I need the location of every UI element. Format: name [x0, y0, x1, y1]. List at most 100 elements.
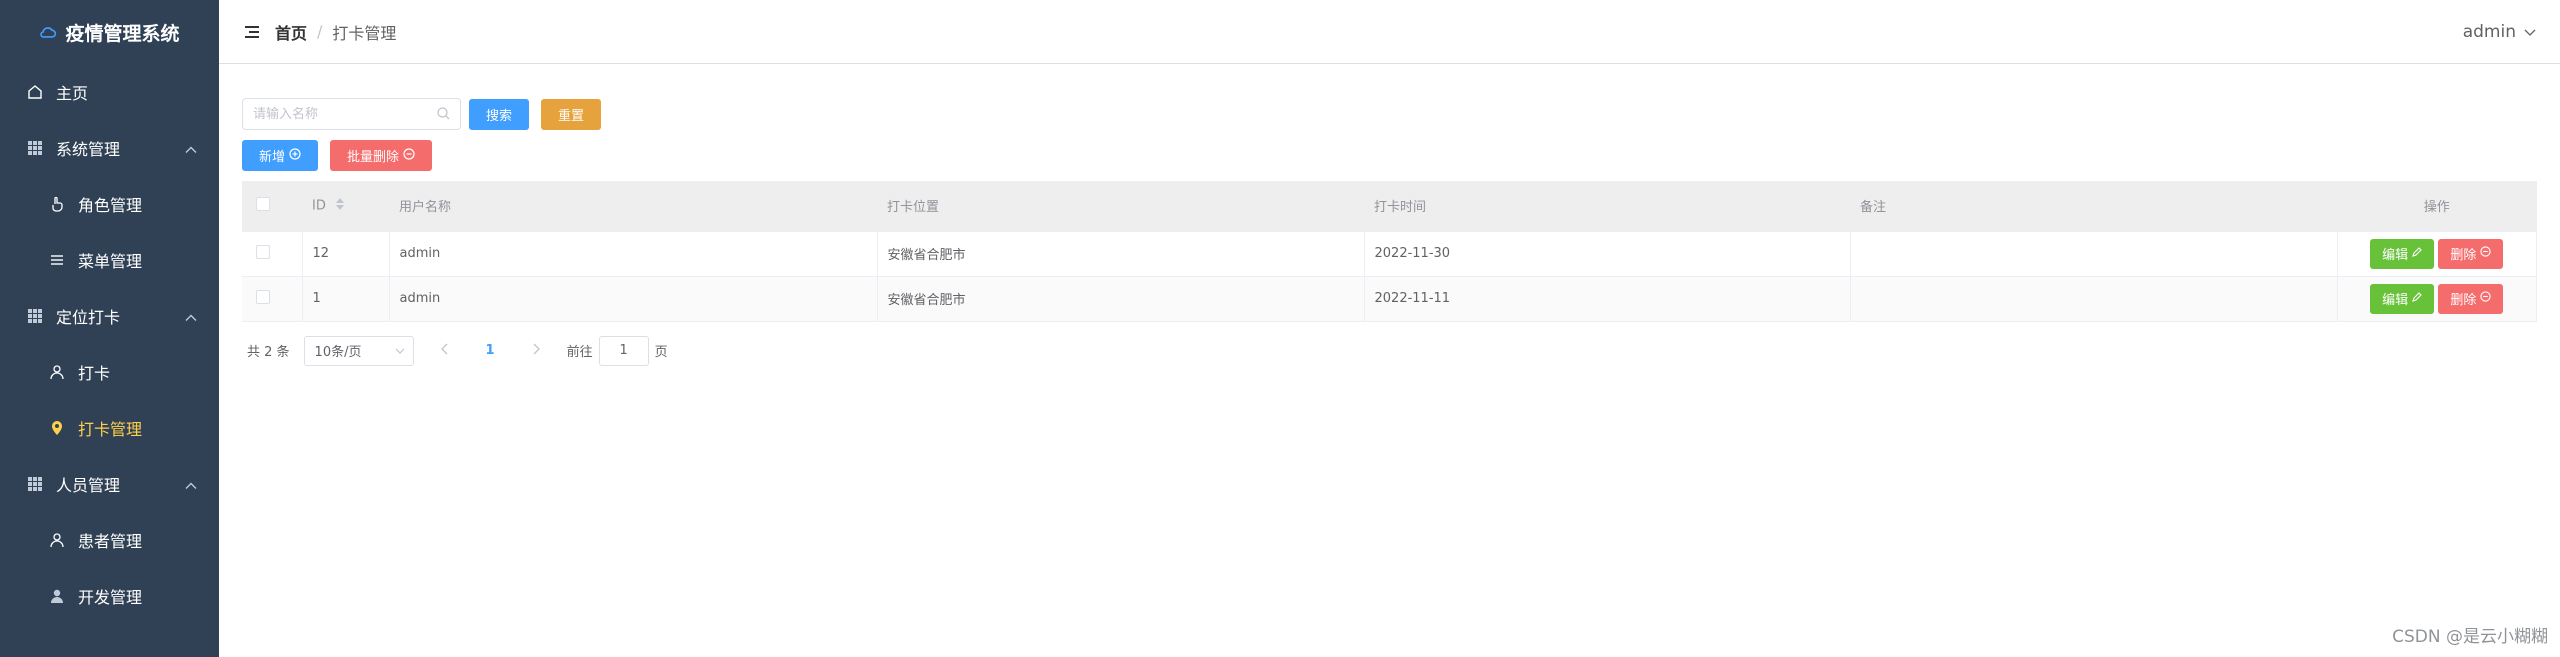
sidebar: 疫情管理系统 主页 系统管理 角色管理 菜单管理 定位打卡 打卡 打卡管理 人员… — [0, 0, 219, 657]
row-select-cell — [242, 231, 303, 277]
page-size-select[interactable]: 10条/页 — [303, 335, 414, 366]
top-header: 首页 / 打卡管理 admin — [219, 0, 2560, 64]
search-field[interactable] — [242, 98, 461, 130]
sidebar-item-personnel[interactable]: 人员管理 — [0, 456, 219, 512]
goto-page: 前往 1 页 — [566, 335, 668, 366]
col-note: 备注 — [1850, 181, 2337, 232]
batch-delete-button[interactable]: 批量删除 — [330, 140, 433, 171]
sidebar-item-menu[interactable]: 菜单管理 — [0, 232, 219, 288]
sidebar-item-home[interactable]: 主页 — [0, 64, 219, 120]
col-time: 打卡时间 — [1364, 181, 1850, 232]
cell-location: 安徽省合肥市 — [877, 231, 1365, 277]
delete-label: 删除 — [2450, 248, 2477, 263]
action-bar: 新增 批量删除 — [242, 140, 2537, 171]
location-icon — [48, 419, 66, 437]
search-icon — [437, 105, 450, 124]
checkin-table: ID 用户名称 打卡位置 打卡时间 备注 操作 12 admin 安徽省合肥市 … — [242, 181, 2537, 322]
edit-button[interactable]: 编辑 — [2370, 283, 2435, 314]
breadcrumb: 首页 / 打卡管理 — [275, 20, 396, 44]
row-checkbox[interactable] — [256, 289, 270, 304]
col-id[interactable]: ID — [302, 181, 389, 232]
cloud-icon — [39, 23, 57, 41]
watermark: CSDN @是云小糊糊 — [2392, 627, 2548, 647]
breadcrumb-separator: / — [317, 22, 323, 41]
add-button[interactable]: 新增 — [242, 140, 319, 171]
sidebar-item-label: 打卡 — [78, 364, 111, 383]
sidebar-item-label: 开发管理 — [78, 588, 143, 607]
sort-icon[interactable] — [336, 197, 344, 214]
col-location: 打卡位置 — [877, 181, 1364, 232]
col-id-label: ID — [312, 198, 326, 214]
goto-page-input[interactable]: 1 — [598, 335, 649, 366]
cell-note — [1850, 276, 2338, 322]
cell-time: 2022-11-30 — [1364, 231, 1851, 277]
app-layout: 疫情管理系统 主页 系统管理 角色管理 菜单管理 定位打卡 打卡 打卡管理 人员… — [0, 0, 2560, 657]
home-icon — [26, 83, 44, 101]
delete-button[interactable]: 删除 — [2438, 283, 2504, 314]
select-all-cell — [242, 181, 302, 232]
circle-minus-icon — [403, 147, 415, 164]
cell-user: admin — [389, 231, 878, 277]
sidebar-item-label: 系统管理 — [56, 140, 121, 159]
search-button[interactable]: 搜索 — [469, 98, 530, 130]
row-checkbox[interactable] — [256, 244, 270, 259]
col-actions: 操作 — [2337, 181, 2537, 232]
next-page-icon[interactable] — [533, 343, 541, 359]
goto-prefix: 前往 — [566, 345, 593, 360]
main-area: 首页 / 打卡管理 admin 搜索 重置 — [219, 0, 2560, 657]
menu-fold-icon[interactable] — [243, 23, 261, 41]
cell-id: 1 — [302, 276, 390, 322]
chevron-down-icon — [2524, 22, 2536, 42]
batch-delete-label: 批量删除 — [347, 150, 400, 165]
sidebar-item-label: 打卡管理 — [78, 420, 143, 439]
sidebar-item-patient[interactable]: 患者管理 — [0, 512, 219, 568]
sidebar-item-role[interactable]: 角色管理 — [0, 176, 219, 232]
chevron-up-icon — [185, 475, 197, 494]
delete-button[interactable]: 删除 — [2438, 238, 2504, 269]
cell-id: 12 — [302, 231, 390, 277]
sidebar-item-checkin[interactable]: 打卡 — [0, 344, 219, 400]
search-bar: 搜索 重置 — [242, 98, 2537, 130]
sidebar-item-label: 人员管理 — [56, 476, 121, 495]
search-input[interactable] — [253, 106, 437, 122]
sidebar-item-location-checkin[interactable]: 定位打卡 — [0, 288, 219, 344]
sidebar-item-label: 角色管理 — [78, 196, 143, 215]
list-icon — [48, 251, 66, 269]
sidebar-item-label: 主页 — [56, 84, 89, 103]
user-dropdown[interactable]: admin — [2463, 22, 2536, 42]
add-button-label: 新增 — [259, 150, 286, 165]
prev-page-icon[interactable] — [440, 343, 448, 359]
content: 搜索 重置 新增 批量删除 — [219, 64, 2560, 366]
logo[interactable]: 疫情管理系统 — [0, 0, 219, 64]
sidebar-item-checkin-management[interactable]: 打卡管理 — [0, 400, 219, 456]
edit-label: 编辑 — [2382, 293, 2409, 308]
app-title: 疫情管理系统 — [65, 22, 180, 45]
grid-icon — [26, 139, 44, 157]
sidebar-item-label: 定位打卡 — [56, 308, 121, 327]
table-header-row: ID 用户名称 打卡位置 打卡时间 备注 操作 — [242, 181, 2537, 232]
cell-location: 安徽省合肥市 — [877, 276, 1365, 322]
cell-note — [1850, 231, 2338, 277]
edit-button[interactable]: 编辑 — [2370, 238, 2435, 269]
cell-actions: 编辑 删除 — [2337, 276, 2537, 322]
hand-icon — [48, 195, 66, 213]
sidebar-item-label: 菜单管理 — [78, 252, 143, 271]
breadcrumb-current: 打卡管理 — [332, 23, 397, 43]
goto-suffix: 页 — [654, 345, 668, 360]
delete-label: 删除 — [2450, 293, 2477, 308]
page-size-value: 10条/页 — [314, 345, 362, 360]
chevron-up-icon — [185, 307, 197, 326]
sidebar-item-system[interactable]: 系统管理 — [0, 120, 219, 176]
select-all-checkbox[interactable] — [256, 196, 270, 211]
cell-time: 2022-11-11 — [1364, 276, 1851, 322]
breadcrumb-home[interactable]: 首页 — [275, 20, 307, 44]
sidebar-item-label: 患者管理 — [78, 532, 143, 551]
page-number-current[interactable]: 1 — [486, 343, 495, 358]
sidebar-item-dev[interactable]: 开发管理 — [0, 568, 219, 624]
edit-label: 编辑 — [2382, 248, 2409, 263]
row-select-cell — [242, 276, 303, 322]
edit-icon — [2412, 246, 2422, 261]
username: admin — [2462, 21, 2516, 42]
user-icon — [48, 531, 66, 549]
reset-button[interactable]: 重置 — [541, 98, 602, 130]
